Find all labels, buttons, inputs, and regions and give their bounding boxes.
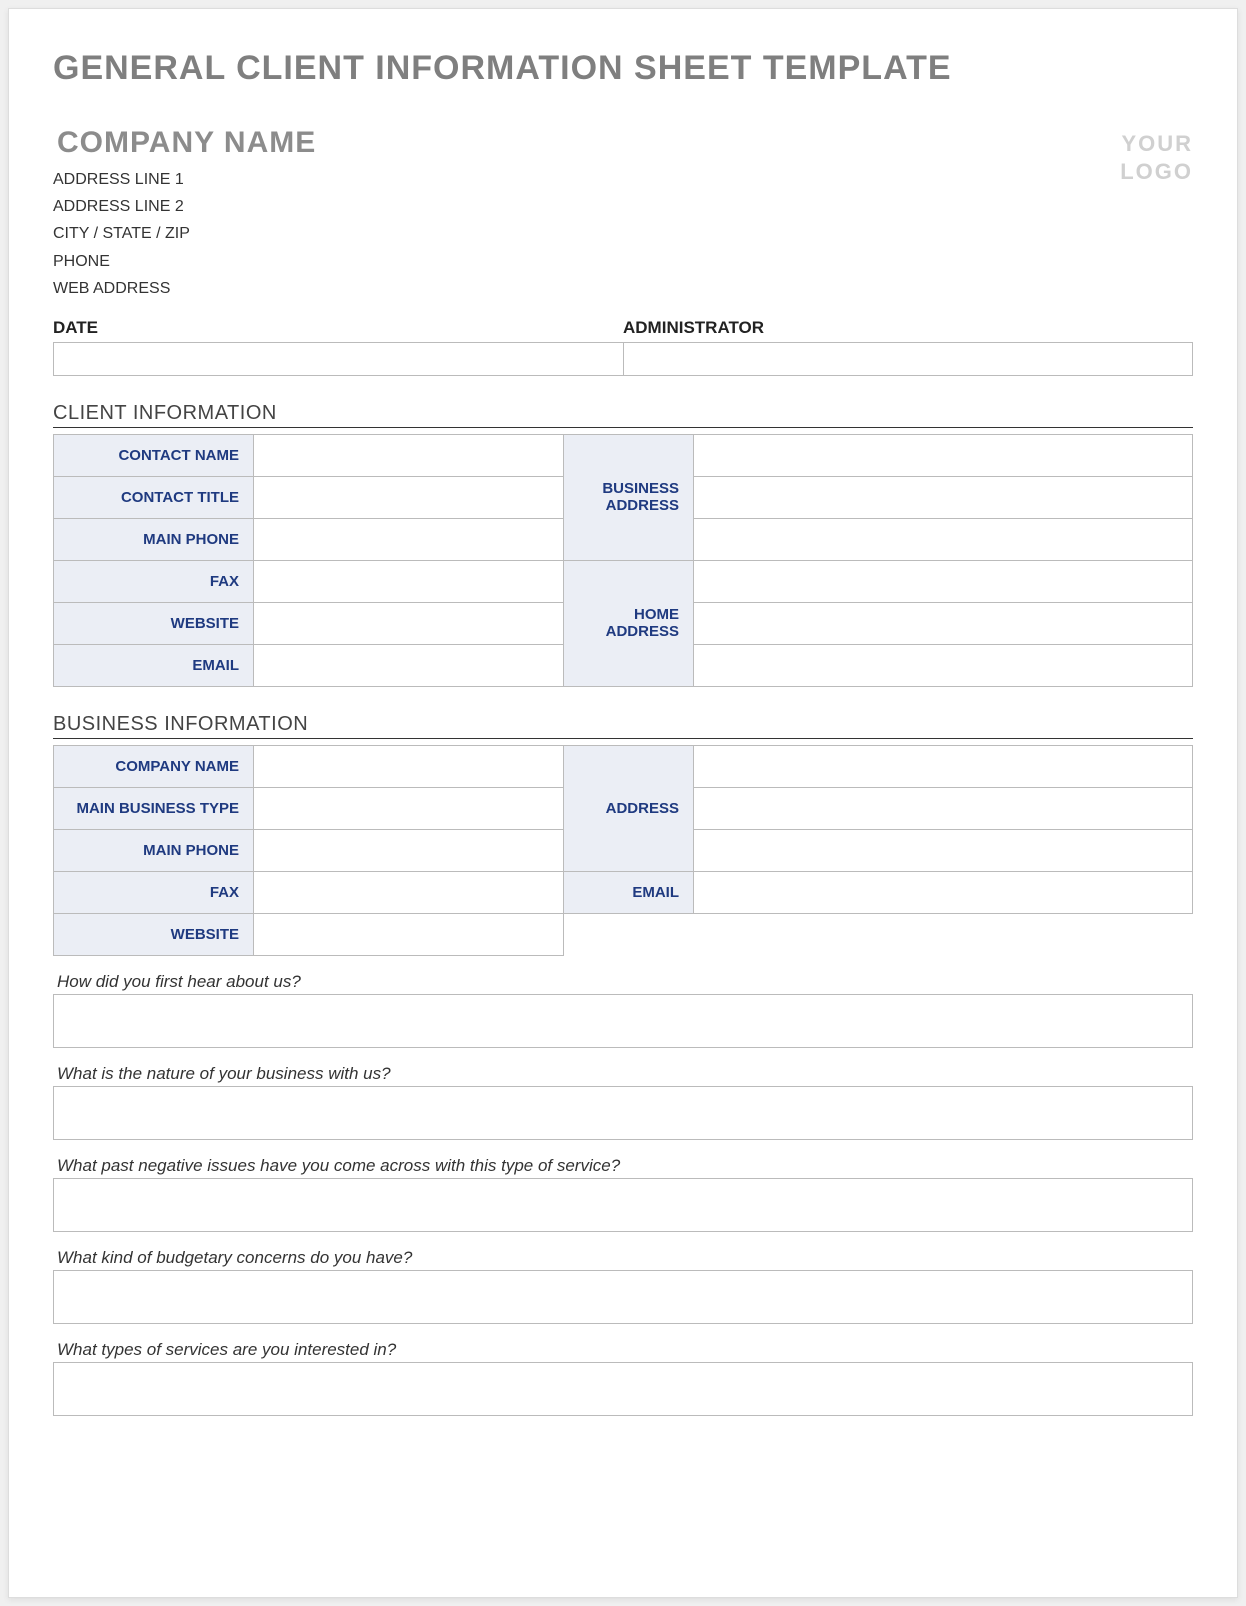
biz-fax-label: FAX	[54, 871, 254, 913]
home-address-label: HOME ADDRESS	[564, 560, 694, 686]
home-address-input-2[interactable]	[694, 602, 1193, 644]
header-row: COMPANY NAME ADDRESS LINE 1 ADDRESS LINE…	[53, 126, 1193, 302]
logo-line-2: LOGO	[1120, 158, 1193, 186]
business-address-input-2[interactable]	[694, 476, 1193, 518]
contact-name-label: CONTACT NAME	[54, 434, 254, 476]
biz-company-name-label: COMPANY NAME	[54, 745, 254, 787]
question-5-label: What types of services are you intereste…	[53, 1340, 1193, 1362]
administrator-input[interactable]	[624, 343, 1193, 375]
company-block: COMPANY NAME ADDRESS LINE 1 ADDRESS LINE…	[53, 126, 316, 302]
question-4: What kind of budgetary concerns do you h…	[53, 1248, 1193, 1324]
logo-placeholder: YOUR LOGO	[1120, 126, 1193, 185]
date-input[interactable]	[54, 343, 624, 375]
question-5-input[interactable]	[53, 1362, 1193, 1416]
client-info-table: CONTACT NAME BUSINESS ADDRESS CONTACT TI…	[53, 434, 1193, 687]
address-line-1: ADDRESS LINE 1	[53, 166, 316, 193]
biz-main-phone-input[interactable]	[254, 829, 564, 871]
client-main-phone-input[interactable]	[254, 518, 564, 560]
biz-address-input-3[interactable]	[694, 829, 1193, 871]
business-info-heading: BUSINESS INFORMATION	[53, 713, 1193, 739]
administrator-label: ADMINISTRATOR	[623, 318, 1193, 342]
biz-company-name-input[interactable]	[254, 745, 564, 787]
question-2-label: What is the nature of your business with…	[53, 1064, 1193, 1086]
question-1-input[interactable]	[53, 994, 1193, 1048]
city-state-zip: CITY / STATE / ZIP	[53, 220, 316, 247]
company-address: ADDRESS LINE 1 ADDRESS LINE 2 CITY / STA…	[53, 166, 316, 302]
biz-website-input[interactable]	[254, 913, 564, 955]
biz-address-label: ADDRESS	[564, 745, 694, 871]
client-info-heading: CLIENT INFORMATION	[53, 402, 1193, 428]
client-email-label: EMAIL	[54, 644, 254, 686]
address-line-2: ADDRESS LINE 2	[53, 193, 316, 220]
biz-address-input-1[interactable]	[694, 745, 1193, 787]
client-email-input[interactable]	[254, 644, 564, 686]
client-fax-input[interactable]	[254, 560, 564, 602]
biz-fax-input[interactable]	[254, 871, 564, 913]
biz-main-phone-label: MAIN PHONE	[54, 829, 254, 871]
biz-address-input-2[interactable]	[694, 787, 1193, 829]
meta-row: DATE ADMINISTRATOR	[53, 318, 1193, 376]
client-main-phone-label: MAIN PHONE	[54, 518, 254, 560]
biz-type-label: MAIN BUSINESS TYPE	[54, 787, 254, 829]
business-address-input-1[interactable]	[694, 434, 1193, 476]
home-address-input-3[interactable]	[694, 644, 1193, 686]
client-website-input[interactable]	[254, 602, 564, 644]
biz-website-label: WEBSITE	[54, 913, 254, 955]
question-3: What past negative issues have you come …	[53, 1156, 1193, 1232]
question-4-input[interactable]	[53, 1270, 1193, 1324]
client-website-label: WEBSITE	[54, 602, 254, 644]
question-1-label: How did you first hear about us?	[53, 972, 1193, 994]
business-address-input-3[interactable]	[694, 518, 1193, 560]
biz-type-input[interactable]	[254, 787, 564, 829]
document-page: GENERAL CLIENT INFORMATION SHEET TEMPLAT…	[8, 8, 1238, 1598]
biz-email-input[interactable]	[694, 871, 1193, 913]
business-address-label: BUSINESS ADDRESS	[564, 434, 694, 560]
biz-email-label: EMAIL	[564, 871, 694, 913]
question-3-input[interactable]	[53, 1178, 1193, 1232]
business-info-table: COMPANY NAME ADDRESS MAIN BUSINESS TYPE …	[53, 745, 1193, 956]
client-fax-label: FAX	[54, 560, 254, 602]
phone: PHONE	[53, 248, 316, 275]
question-3-label: What past negative issues have you come …	[53, 1156, 1193, 1178]
company-name: COMPANY NAME	[57, 126, 316, 160]
web-address: WEB ADDRESS	[53, 275, 316, 302]
logo-line-1: YOUR	[1120, 130, 1193, 158]
date-label: DATE	[53, 318, 623, 342]
contact-title-input[interactable]	[254, 476, 564, 518]
question-2: What is the nature of your business with…	[53, 1064, 1193, 1140]
contact-title-label: CONTACT TITLE	[54, 476, 254, 518]
contact-name-input[interactable]	[254, 434, 564, 476]
document-title: GENERAL CLIENT INFORMATION SHEET TEMPLAT…	[53, 49, 1193, 88]
question-4-label: What kind of budgetary concerns do you h…	[53, 1248, 1193, 1270]
question-2-input[interactable]	[53, 1086, 1193, 1140]
home-address-input-1[interactable]	[694, 560, 1193, 602]
question-5: What types of services are you intereste…	[53, 1340, 1193, 1416]
question-1: How did you first hear about us?	[53, 972, 1193, 1048]
